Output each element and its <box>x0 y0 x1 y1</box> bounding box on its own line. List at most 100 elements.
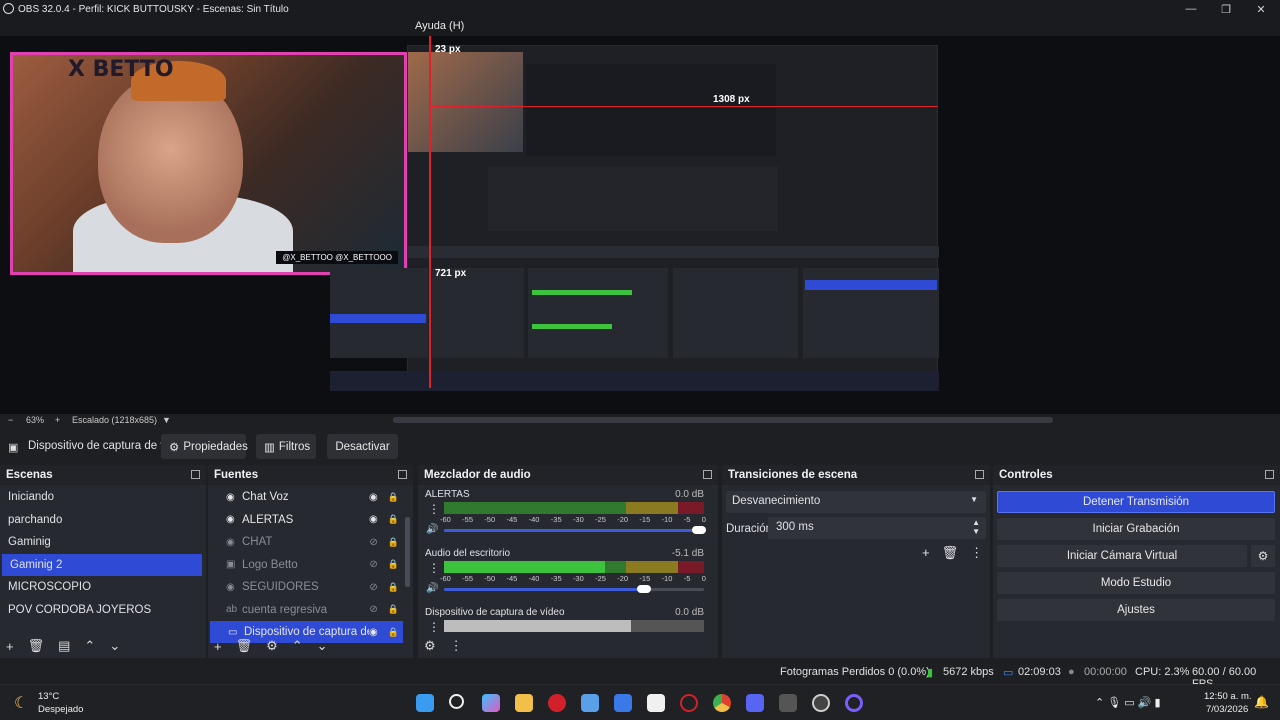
webcam-source[interactable]: X BETTO @X_BETTOO @X_BETTOOO <box>10 52 407 275</box>
eye-icon[interactable]: ◉ <box>369 492 378 503</box>
lock-icon[interactable]: 🔒 <box>388 582 399 593</box>
lock-icon[interactable]: 🔒 <box>388 559 399 570</box>
clock-date[interactable]: 7/03/2026 <box>1206 704 1248 715</box>
obs-icon[interactable] <box>812 694 830 712</box>
chevron-down-icon[interactable]: ▼ <box>162 415 171 425</box>
scene-item[interactable]: MICROSCOPIO <box>0 576 202 598</box>
opera-icon[interactable] <box>548 694 566 712</box>
lock-icon[interactable]: 🔒 <box>388 604 399 615</box>
todo-icon[interactable] <box>614 694 632 712</box>
dock-float-icon[interactable] <box>191 470 200 479</box>
scene-item[interactable]: Gaminig <box>0 531 202 553</box>
properties-button[interactable]: ⚙ Propiedades <box>161 434 248 459</box>
scene-item[interactable]: Gaminig 2 <box>2 553 202 576</box>
zoom-out-button[interactable]: − <box>8 415 13 425</box>
eye-slash-icon[interactable]: ⊘ <box>369 559 377 570</box>
volume-slider[interactable] <box>444 529 704 532</box>
start-recording-button[interactable]: Iniciar Grabación <box>997 518 1275 540</box>
chevron-down-icon[interactable]: ⌄ <box>317 638 328 654</box>
store-icon[interactable] <box>581 694 599 712</box>
settings-button[interactable]: Ajustes <box>997 599 1275 621</box>
discord-icon[interactable] <box>746 694 764 712</box>
opera-gx-icon[interactable] <box>680 694 698 712</box>
deactivate-button[interactable]: Desactivar <box>327 434 398 459</box>
preview-canvas[interactable]: X BETTO @X_BETTOO @X_BETTOOO 23 px 1308 … <box>0 36 1280 414</box>
more-options-icon[interactable]: ⋮ <box>428 620 440 634</box>
volume-slider-knob[interactable] <box>637 585 652 593</box>
add-icon[interactable]: + <box>6 639 14 654</box>
gear-icon: ⚙ <box>1257 549 1269 563</box>
scene-item[interactable]: parchando <box>0 509 202 531</box>
scene-item[interactable]: POV CORDOBA JOYEROS <box>0 599 202 621</box>
close-button[interactable]: ✕ <box>1244 0 1278 18</box>
dock-float-icon[interactable] <box>975 470 984 479</box>
volume-slider[interactable] <box>444 588 650 591</box>
windows-start-icon[interactable] <box>416 694 434 712</box>
filters-button[interactable]: ▥ Filtros <box>256 434 316 459</box>
clock-time[interactable]: 12:50 a. m. <box>1204 691 1252 702</box>
lock-icon[interactable]: 🔒 <box>388 537 399 548</box>
eye-slash-icon[interactable]: ⊘ <box>369 582 377 593</box>
studio-mode-button[interactable]: Modo Estudio <box>997 572 1275 594</box>
stop-stream-button[interactable]: Detener Transmisión <box>997 491 1275 513</box>
trash-icon[interactable]: 🗑 <box>942 545 959 561</box>
zoom-in-button[interactable]: + <box>55 415 60 425</box>
source-label: SEGUIDORES <box>242 581 319 593</box>
filter-icon[interactable]: ▤ <box>58 638 70 654</box>
gear-icon[interactable]: ⚙ <box>266 638 278 654</box>
maximize-button[interactable]: ❐ <box>1209 0 1243 18</box>
trash-icon[interactable]: 🗑 <box>236 638 253 654</box>
more-options-icon[interactable]: ⋮ <box>428 561 440 575</box>
stepper-icon[interactable]: ▲ ▼ <box>972 518 980 536</box>
source-item[interactable]: ab cuenta regresiva ⊘ 🔒 <box>208 599 403 621</box>
eye-icon[interactable]: ◉ <box>369 514 378 525</box>
chevron-up-icon[interactable]: ⌃ <box>292 638 303 654</box>
eye-slash-icon[interactable]: ⊘ <box>369 537 377 548</box>
virtual-camera-settings-button[interactable]: ⚙ <box>1251 545 1275 567</box>
scene-item[interactable]: Iniciando <box>0 486 202 508</box>
source-item[interactable]: ▣ Logo Betto ⊘ 🔒 <box>208 554 403 576</box>
add-icon[interactable]: + <box>922 545 930 561</box>
dock-float-icon[interactable] <box>703 470 712 479</box>
volume-meter <box>444 502 704 514</box>
duration-input[interactable]: 300 ms ▲ ▼ <box>768 517 986 539</box>
copilot-icon[interactable] <box>482 694 500 712</box>
minimize-button[interactable]: — <box>1174 0 1208 18</box>
add-icon[interactable]: + <box>214 639 222 654</box>
chevron-up-icon[interactable]: ⌃ <box>84 638 95 654</box>
notification-bell-icon[interactable]: 🔔 <box>1254 695 1269 709</box>
eye-slash-icon[interactable]: ⊘ <box>369 604 377 615</box>
obs-logo-icon <box>3 3 14 14</box>
dock-float-icon[interactable] <box>398 470 407 479</box>
transition-select[interactable]: Desvanecimiento ▼ <box>726 491 986 513</box>
gear-icon[interactable]: ⚙ <box>424 638 436 654</box>
start-virtual-camera-button[interactable]: Iniciar Cámara Virtual <box>997 545 1247 567</box>
source-item[interactable]: ◉ ALERTAS ◉ 🔒 <box>208 509 403 531</box>
chrome-icon[interactable] <box>713 694 731 712</box>
trash-icon[interactable]: 🗑 <box>28 638 45 654</box>
lock-icon[interactable]: 🔒 <box>388 514 399 525</box>
source-label: CHAT <box>242 536 273 548</box>
more-options-icon[interactable]: ⋮ <box>428 502 440 516</box>
source-item[interactable]: ◉ CHAT ⊘ 🔒 <box>208 531 403 553</box>
menu-help[interactable]: Ayuda (H) <box>415 20 464 32</box>
speaker-icon[interactable]: 🔊 <box>426 583 438 594</box>
lock-icon[interactable]: 🔒 <box>388 492 399 503</box>
sources-scrollbar[interactable] <box>405 517 410 587</box>
source-item[interactable]: ◉ SEGUIDORES ⊘ 🔒 <box>208 576 403 598</box>
dropped-frames: Fotogramas Perdidos 0 (0.0%) <box>780 666 930 678</box>
dock-float-icon[interactable] <box>1265 470 1274 479</box>
preview-scrollbar[interactable] <box>393 417 1053 423</box>
search-icon[interactable] <box>449 694 464 709</box>
more-options-icon[interactable]: ⋮ <box>970 545 983 561</box>
file-explorer-icon[interactable] <box>515 694 533 712</box>
speaker-icon[interactable]: 🔊 <box>426 524 438 535</box>
tray-icons[interactable]: ⌃ 🎙 ▭ 🔊 ▮ <box>1095 696 1161 709</box>
calendar-icon[interactable] <box>779 694 797 712</box>
chevron-down-icon[interactable]: ⌄ <box>109 638 120 654</box>
source-item[interactable]: ◉ Chat Voz ◉ 🔒 <box>208 486 403 508</box>
more-options-icon[interactable]: ⋮ <box>450 638 463 654</box>
notion-icon[interactable] <box>647 694 665 712</box>
cortana-icon[interactable] <box>845 694 863 712</box>
volume-slider-knob[interactable] <box>692 526 706 534</box>
